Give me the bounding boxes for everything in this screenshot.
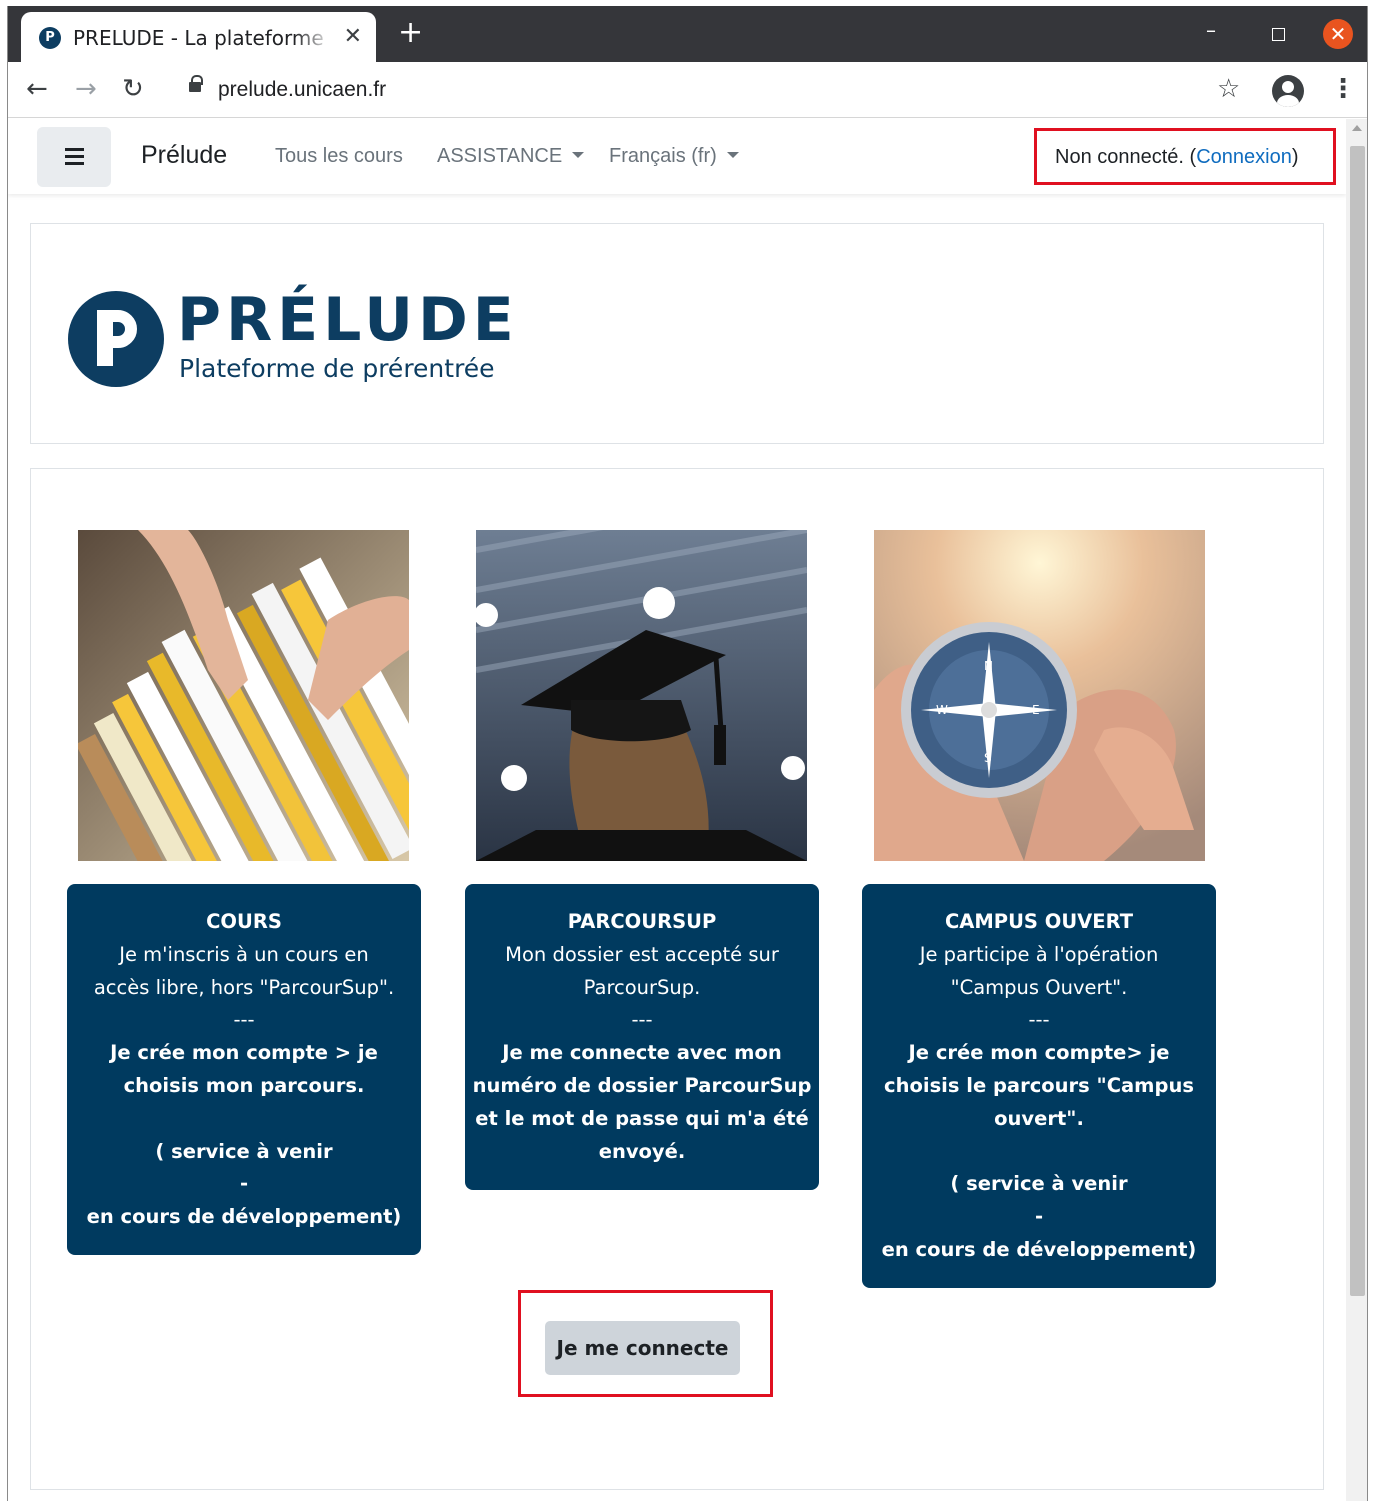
browser-toolbar: ← → ↻ prelude.unicaen.fr ☆ ⋮ <box>8 62 1367 118</box>
svg-text:E: E <box>1032 703 1040 717</box>
favicon-icon: P <box>39 27 61 49</box>
connect-button[interactable]: Je me connecte <box>545 1321 740 1375</box>
tile-separator: --- <box>631 1008 653 1032</box>
tile-title: COURS <box>206 910 282 933</box>
caret-down-icon <box>726 152 739 158</box>
hamburger-icon <box>65 148 84 151</box>
login-status: Non connecté. (Connexion) <box>1055 146 1299 168</box>
tile-title: PARCOURSUP <box>567 910 717 933</box>
browser-tab[interactable]: P PRELUDE - La plateforme ✕ <box>21 12 376 62</box>
tile-text: Je m'inscris à un cours en <box>119 942 369 966</box>
tile-bold-text: - <box>239 1172 249 1196</box>
url-text: prelude.unicaen.fr <box>218 78 387 101</box>
svg-text:W: W <box>936 703 948 717</box>
scroll-up-icon[interactable] <box>1352 125 1362 131</box>
hamburger-button[interactable] <box>37 127 111 187</box>
tile-cours[interactable]: COURS Je m'inscris à un cours en accès l… <box>67 884 421 1255</box>
maximize-icon[interactable] <box>1272 28 1285 41</box>
page-viewport: Prélude Tous les cours ASSISTANCE França… <box>8 119 1367 1501</box>
minimize-icon[interactable]: – <box>1206 18 1216 42</box>
nav-assistance-label: ASSISTANCE <box>437 145 563 167</box>
login-link[interactable]: Connexion <box>1196 146 1292 168</box>
close-tab-icon[interactable]: ✕ <box>344 24 362 49</box>
tab-title: PRELUDE - La plateforme <box>73 26 324 50</box>
files-photo <box>78 530 409 861</box>
tile-bold-text: ( service à venir <box>950 1172 1128 1196</box>
graduation-photo <box>476 530 807 861</box>
tile-bold-text: choisis le parcours "Campus <box>884 1073 1194 1097</box>
menu-dots-icon[interactable]: ⋮ <box>1330 76 1356 102</box>
svg-text:N: N <box>984 659 993 673</box>
tile-parcoursup[interactable]: PARCOURSUP Mon dossier est accepté sur P… <box>465 884 819 1190</box>
tile-bold-text: choisis mon parcours. <box>123 1073 365 1097</box>
tile-bold-text: envoyé. <box>598 1139 686 1163</box>
nav-language-dropdown[interactable]: Français (fr) <box>609 145 739 168</box>
scroll-thumb[interactable] <box>1350 146 1365 1296</box>
tile-text: Je participe à l'opération <box>919 942 1159 966</box>
nav-language-label: Français (fr) <box>609 145 717 167</box>
nav-assistance-dropdown[interactable]: ASSISTANCE <box>437 145 585 168</box>
compass-photo: N S E W <box>874 530 1205 861</box>
tab-strip: P PRELUDE - La plateforme ✕ + – ✕ <box>8 6 1367 62</box>
site-brand[interactable]: Prélude <box>141 141 227 170</box>
tile-text: ParcourSup. <box>583 975 701 999</box>
new-tab-button[interactable]: + <box>398 18 423 48</box>
tile-separator: --- <box>1028 1008 1050 1032</box>
caret-down-icon <box>572 152 585 158</box>
tile-text: accès libre, hors "ParcourSup". <box>93 975 395 999</box>
tile-title: CAMPUS OUVERT <box>944 910 1134 933</box>
tile-bold-text: Je crée mon compte > je <box>110 1041 378 1065</box>
options-card: N S E W COURS Je m'inscris à un cours en… <box>30 468 1324 1490</box>
tile-bold-text: en cours de développement) <box>881 1237 1197 1261</box>
connect-highlight: Je me connecte <box>518 1290 773 1397</box>
window-close-icon[interactable]: ✕ <box>1323 19 1353 49</box>
back-arrow-icon[interactable]: ← <box>26 74 48 104</box>
svg-text:S: S <box>984 751 992 765</box>
tile-bold-text: numéro de dossier ParcourSup <box>472 1073 812 1097</box>
tile-bold-text: Je crée mon compte> je <box>908 1041 1170 1065</box>
tile-text: Mon dossier est accepté sur <box>505 942 779 966</box>
tile-separator: --- <box>233 1008 255 1032</box>
tile-bold-text: ouvert". <box>994 1106 1084 1130</box>
logo-title: PRÉLUDE <box>177 285 519 355</box>
lock-icon <box>189 75 203 92</box>
logo-subtitle: Plateforme de prérentrée <box>179 354 495 383</box>
site-navbar: Prélude Tous les cours ASSISTANCE França… <box>8 119 1346 194</box>
tile-bold-text: en cours de développement) <box>86 1205 402 1229</box>
tile-bold-text: ( service à venir <box>155 1139 333 1163</box>
tile-bold-text: et le mot de passe qui m'a été <box>475 1106 809 1130</box>
prelude-logo-icon <box>68 291 164 387</box>
tile-text: "Campus Ouvert". <box>950 975 1128 999</box>
login-highlight: Non connecté. (Connexion) <box>1034 128 1336 185</box>
tile-bold-text: - <box>1034 1205 1044 1229</box>
tile-bold-text: Je me connecte avec mon <box>502 1041 782 1065</box>
nav-all-courses[interactable]: Tous les cours <box>275 145 403 168</box>
address-bar[interactable]: prelude.unicaen.fr <box>173 70 1263 110</box>
browser-window: P PRELUDE - La plateforme ✕ + – ✕ ← → ↻ … <box>7 6 1368 1501</box>
star-icon[interactable]: ☆ <box>1217 74 1240 104</box>
scrollbar[interactable] <box>1346 119 1367 1501</box>
forward-arrow-icon[interactable]: → <box>75 74 97 104</box>
tile-campus-ouvert[interactable]: CAMPUS OUVERT Je participe à l'opération… <box>862 884 1216 1288</box>
profile-icon[interactable] <box>1272 75 1304 107</box>
logo-card: PRÉLUDE Plateforme de prérentrée <box>30 223 1324 444</box>
reload-icon[interactable]: ↻ <box>122 74 144 104</box>
